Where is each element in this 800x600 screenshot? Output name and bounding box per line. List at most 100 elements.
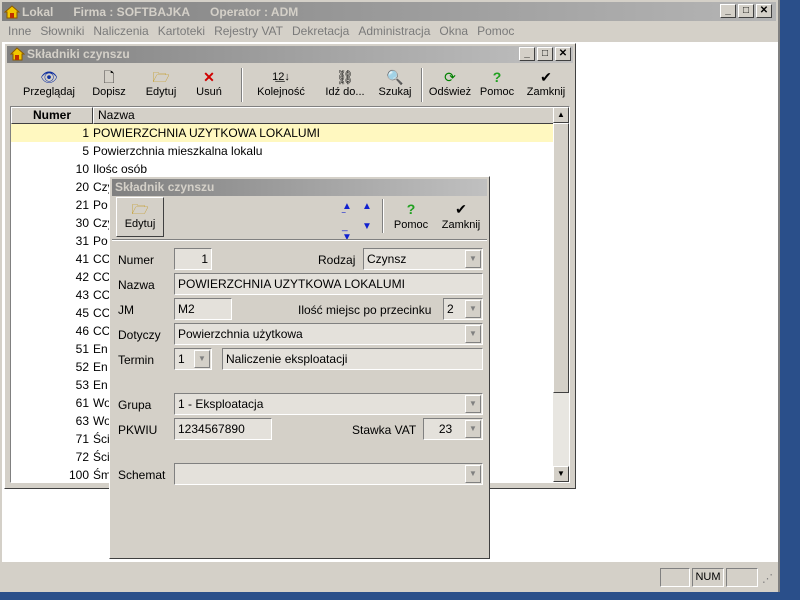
dopisz-button[interactable]: 🗋 Dopisz xyxy=(87,68,131,104)
row-numer: 10 xyxy=(75,162,89,176)
chevron-down-icon[interactable]: ▼ xyxy=(465,300,481,318)
odswiez-button[interactable]: ⟳ Odśwież xyxy=(427,68,473,104)
edytuj-button[interactable]: 🗁 Edytuj xyxy=(139,68,183,104)
dialog-zamknij-button[interactable]: ✔ Zamknij xyxy=(438,201,484,231)
row-numer: 41 xyxy=(75,252,89,266)
skladniki-title: Składniki czynszu xyxy=(27,47,130,61)
row-numer: 63 xyxy=(75,414,89,428)
nazwa-label: Nazwa xyxy=(118,278,155,292)
column-nazwa[interactable]: Nazwa xyxy=(93,107,555,124)
row-numer: 46 xyxy=(75,324,89,338)
close-button[interactable]: ✕ xyxy=(756,4,772,18)
pkwiu-label: PKWIU xyxy=(118,423,158,437)
pomoc-button[interactable]: ? Pomoc xyxy=(477,68,517,104)
chevron-down-icon[interactable]: ▼ xyxy=(465,395,481,413)
goto-icon: ⛓ xyxy=(336,69,354,85)
status-panel xyxy=(660,568,690,587)
table-row[interactable]: 5 Powierzchnia mieszkalna lokalu xyxy=(11,142,555,160)
app-title: Lokal xyxy=(22,4,54,19)
dotyczy-label: Dotyczy xyxy=(118,328,161,342)
menu-pomoc[interactable]: Pomoc xyxy=(477,24,514,38)
menu-naliczenia[interactable]: Naliczenia xyxy=(93,24,148,38)
szukaj-button[interactable]: 🔍 Szukaj xyxy=(375,68,415,104)
jm-field[interactable]: M2 xyxy=(174,298,232,320)
skladnik-dialog: Składnik czynszu 🗁 Edytuj ▲ ‾ ▲ _ ▼ ▼ ? Po… xyxy=(109,176,490,559)
row-numer: 61 xyxy=(75,396,89,410)
sort-order-icon: 1͟2↓ xyxy=(272,71,290,83)
row-numer: 21 xyxy=(75,198,89,212)
child-minimize-button[interactable]: _ xyxy=(519,47,535,61)
stawka-vat-select[interactable]: 23 ▼ xyxy=(423,418,483,440)
menu-rejestry-vat[interactable]: Rejestry VAT xyxy=(214,24,283,38)
scroll-down-button[interactable]: ▼ xyxy=(553,466,569,482)
menu-administracja[interactable]: Administracja xyxy=(358,24,430,38)
nav-last-icon[interactable]: ▼ xyxy=(362,221,372,232)
chevron-down-icon[interactable]: ▼ xyxy=(465,325,481,343)
menu-slowniki[interactable]: Słowniki xyxy=(40,24,84,38)
menu-kartoteki[interactable]: Kartoteki xyxy=(158,24,205,38)
nazwa-field[interactable]: POWIERZCHNIA UZYTKOWA LOKALUMI xyxy=(174,273,483,295)
row-numer: 31 xyxy=(75,234,89,248)
chevron-down-icon[interactable]: ▼ xyxy=(465,250,481,268)
home-icon xyxy=(9,47,26,66)
refresh-icon: ⟳ xyxy=(444,69,456,85)
dialog-edytuj-button[interactable]: 🗁 Edytuj xyxy=(116,197,164,237)
status-panel xyxy=(726,568,758,587)
vertical-scrollbar[interactable]: ▲ ▼ xyxy=(553,107,569,482)
child-maximize-button[interactable]: □ xyxy=(537,47,553,61)
termin-select[interactable]: 1 ▼ xyxy=(174,348,212,370)
nav-prev-icon[interactable]: ▲ xyxy=(362,201,372,212)
dialog-pomoc-button[interactable]: ? Pomoc xyxy=(392,201,430,231)
row-numer: 43 xyxy=(75,288,89,302)
operator-label: Operator : ADM xyxy=(210,4,299,19)
grupa-select[interactable]: 1 - Eksploatacja ▼ xyxy=(174,393,483,415)
grupa-label: Grupa xyxy=(118,398,152,412)
firma-label: Firma : SOFTBAJKA xyxy=(73,4,191,19)
zamknij-button[interactable]: ✔ Zamknij xyxy=(525,68,567,104)
row-numer: 72 xyxy=(75,450,89,464)
row-nazwa: POWIERZCHNIA UZYTKOWA LOKALUMI xyxy=(93,126,320,140)
toolbar-separator xyxy=(421,68,423,102)
dialog-divider xyxy=(112,239,487,241)
help-icon: ? xyxy=(406,201,416,217)
miejsc-select[interactable]: 2 ▼ xyxy=(443,298,483,320)
row-numer: 45 xyxy=(75,306,89,320)
child-close-button[interactable]: ✕ xyxy=(555,47,571,61)
przegladaj-button[interactable]: 👁 Przeglądaj xyxy=(19,68,79,104)
usun-button[interactable]: ✕ Usuń xyxy=(191,68,227,104)
pkwiu-field[interactable]: 1234567890 xyxy=(174,418,272,440)
row-numer: 5 xyxy=(82,144,89,158)
chevron-down-icon[interactable]: ▼ xyxy=(194,350,210,368)
row-numer: 51 xyxy=(75,342,89,356)
schemat-label: Schemat xyxy=(118,468,166,482)
menu-inne[interactable]: Inne xyxy=(8,24,31,38)
termin-label: Termin xyxy=(118,353,155,367)
nav-first-icon[interactable]: ▲ ‾ xyxy=(342,201,352,223)
schemat-select[interactable]: ▼ xyxy=(174,463,483,485)
idz-do-button[interactable]: ⛓ Idź do... xyxy=(319,68,371,104)
row-numer: 52 xyxy=(75,360,89,374)
kolejnosc-button[interactable]: 1͟2↓ Kolejność xyxy=(249,68,313,104)
table-row[interactable]: 1 POWIERZCHNIA UZYTKOWA LOKALUMI xyxy=(11,124,555,142)
rodzaj-label: Rodzaj xyxy=(318,253,356,267)
search-icon: 🔍 xyxy=(386,69,404,85)
miejsc-label: Ilość miejsc po przecinku xyxy=(298,303,432,317)
numer-field[interactable]: 1 xyxy=(174,248,212,270)
scroll-thumb[interactable] xyxy=(553,123,569,393)
row-numer: 1 xyxy=(82,126,89,140)
chevron-down-icon[interactable]: ▼ xyxy=(465,465,481,483)
scroll-up-button[interactable]: ▲ xyxy=(553,107,569,123)
maximize-button[interactable]: □ xyxy=(738,4,754,18)
row-numer: 20 xyxy=(75,180,89,194)
checkmark-icon: ✔ xyxy=(455,201,467,217)
rodzaj-select[interactable]: Czynsz ▼ xyxy=(363,248,483,270)
minimize-button[interactable]: _ xyxy=(720,4,736,18)
chevron-down-icon[interactable]: ▼ xyxy=(465,420,481,438)
row-numer: 30 xyxy=(75,216,89,230)
menu-okna[interactable]: Okna xyxy=(439,24,468,38)
dotyczy-select[interactable]: Powierzchnia użytkowa ▼ xyxy=(174,323,483,345)
column-numer[interactable]: Numer xyxy=(11,107,93,124)
numer-label: Numer xyxy=(118,253,155,267)
menu-dekretacja[interactable]: Dekretacja xyxy=(292,24,349,38)
resize-grip-icon[interactable]: ⋰ xyxy=(762,572,773,585)
